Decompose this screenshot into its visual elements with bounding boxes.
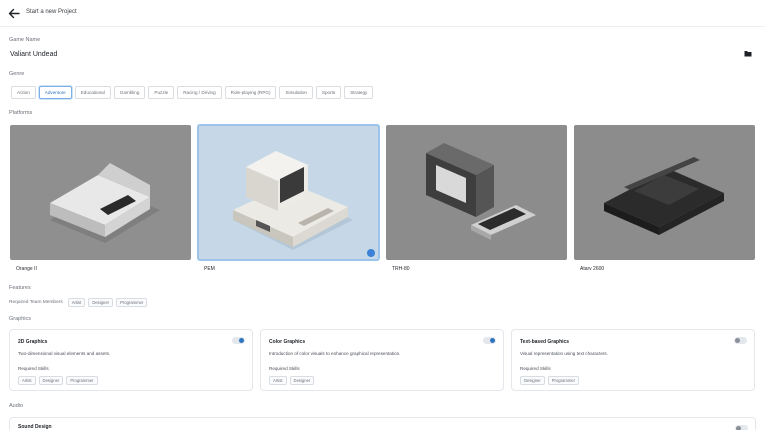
feature-card-2d-graphics[interactable]: 2D Graphics Two-dimensional visual eleme… xyxy=(9,329,253,391)
platform-card-atarv-2600[interactable] xyxy=(574,125,755,260)
platform-card-trh-80[interactable] xyxy=(386,125,567,260)
toggle-knob xyxy=(239,338,244,343)
genre-chip-rpg[interactable]: Role-playing (RPG) xyxy=(224,86,277,99)
genre-chip-educational[interactable]: Educational xyxy=(74,86,111,99)
graphics-label: Graphics xyxy=(9,316,32,322)
genre-chip-strategy[interactable]: Strategy xyxy=(344,86,374,99)
feature-title: 2D Graphics xyxy=(18,339,48,345)
platforms-label: Platforms xyxy=(9,110,33,116)
required-skills-label: Required Skills xyxy=(520,366,551,371)
platform-name-pem: PEM xyxy=(204,266,215,272)
pem-computer-image xyxy=(198,125,379,260)
platform-card-orange-ii[interactable] xyxy=(10,125,191,260)
required-skills: Artist Designer Programmer xyxy=(18,376,98,385)
toggle-knob xyxy=(490,338,495,343)
feature-description: Two-dimensional visual elements and asse… xyxy=(18,351,111,356)
skill-tag: Designer xyxy=(289,376,315,385)
required-skills-label: Required Skills xyxy=(18,366,49,371)
feature-description: Introduction of color visuals to enhance… xyxy=(269,351,401,356)
feature-card-sound-design[interactable]: Sound Design xyxy=(9,417,756,430)
skill-tag: Designer xyxy=(38,376,64,385)
genre-chip-action[interactable]: Action xyxy=(11,86,36,99)
back-arrow-icon[interactable] xyxy=(8,8,20,19)
platform-name-trh-80: TRH-80 xyxy=(392,266,410,272)
team-tag-designer: Designer xyxy=(88,298,114,307)
toggle-knob xyxy=(736,426,741,430)
skill-tag: Designer xyxy=(520,376,545,385)
skill-tag: Programmer xyxy=(547,376,580,385)
feature-toggle[interactable] xyxy=(483,337,496,344)
game-name-label: Game Name xyxy=(9,37,41,43)
feature-title: Sound Design xyxy=(18,424,52,430)
feature-toggle[interactable] xyxy=(734,337,747,344)
platform-name-atarv-2600: Atarv 2600 xyxy=(580,266,605,272)
required-team-members: Required Team Members Artist Designer Pr… xyxy=(9,298,148,307)
genre-chip-simulation[interactable]: Simulation xyxy=(279,86,313,99)
trh-80-computer-image xyxy=(386,125,567,260)
selected-check-icon xyxy=(367,249,375,257)
skill-tag: Programmer xyxy=(66,376,98,385)
skill-tag: Artist xyxy=(18,376,36,385)
feature-card-color-graphics[interactable]: Color Graphics Introduction of color vis… xyxy=(260,329,504,391)
feature-description: Visual representation using text charact… xyxy=(520,351,609,356)
platform-name-orange-ii: Orange II xyxy=(16,266,37,272)
game-name-field[interactable]: Valiant Undead xyxy=(10,51,57,58)
atarv-2600-console-image xyxy=(574,125,755,260)
required-team-members-label: Required Team Members xyxy=(9,300,63,305)
genre-chip-gambling[interactable]: Gambling xyxy=(113,86,146,99)
feature-title: Color Graphics xyxy=(269,339,306,345)
team-tag-artist: Artist xyxy=(67,298,86,307)
team-tag-programmer: Programmer xyxy=(116,298,148,307)
feature-toggle[interactable] xyxy=(232,337,245,344)
genre-label: Genre xyxy=(9,71,25,77)
genre-chip-adventure[interactable]: Adventure xyxy=(38,86,72,99)
required-skills: Designer Programmer xyxy=(520,376,580,385)
genre-chip-racing[interactable]: Racing / Driving xyxy=(177,86,222,99)
required-skills: Artist Designer xyxy=(269,376,315,385)
feature-card-text-based-graphics[interactable]: Text-based Graphics Visual representatio… xyxy=(511,329,755,391)
features-label: Features xyxy=(9,285,31,291)
genre-chip-puzzle[interactable]: Puzzle xyxy=(148,86,175,99)
genre-chip-group: Action Adventure Educational Gambling Pu… xyxy=(11,86,374,99)
feature-title: Text-based Graphics xyxy=(520,339,570,345)
platform-card-pem[interactable] xyxy=(197,124,380,261)
orange-ii-computer-image xyxy=(10,125,191,260)
required-skills-label: Required Skills xyxy=(269,366,300,371)
genre-chip-sports[interactable]: Sports xyxy=(315,86,342,99)
feature-toggle[interactable] xyxy=(735,425,748,430)
toggle-knob xyxy=(735,338,740,343)
page-title: Start a new Project xyxy=(26,9,77,15)
top-bar: Start a new Project xyxy=(0,0,765,27)
audio-label: Audio xyxy=(9,403,24,409)
skill-tag: Artist xyxy=(269,376,287,385)
folder-icon[interactable] xyxy=(744,50,752,57)
